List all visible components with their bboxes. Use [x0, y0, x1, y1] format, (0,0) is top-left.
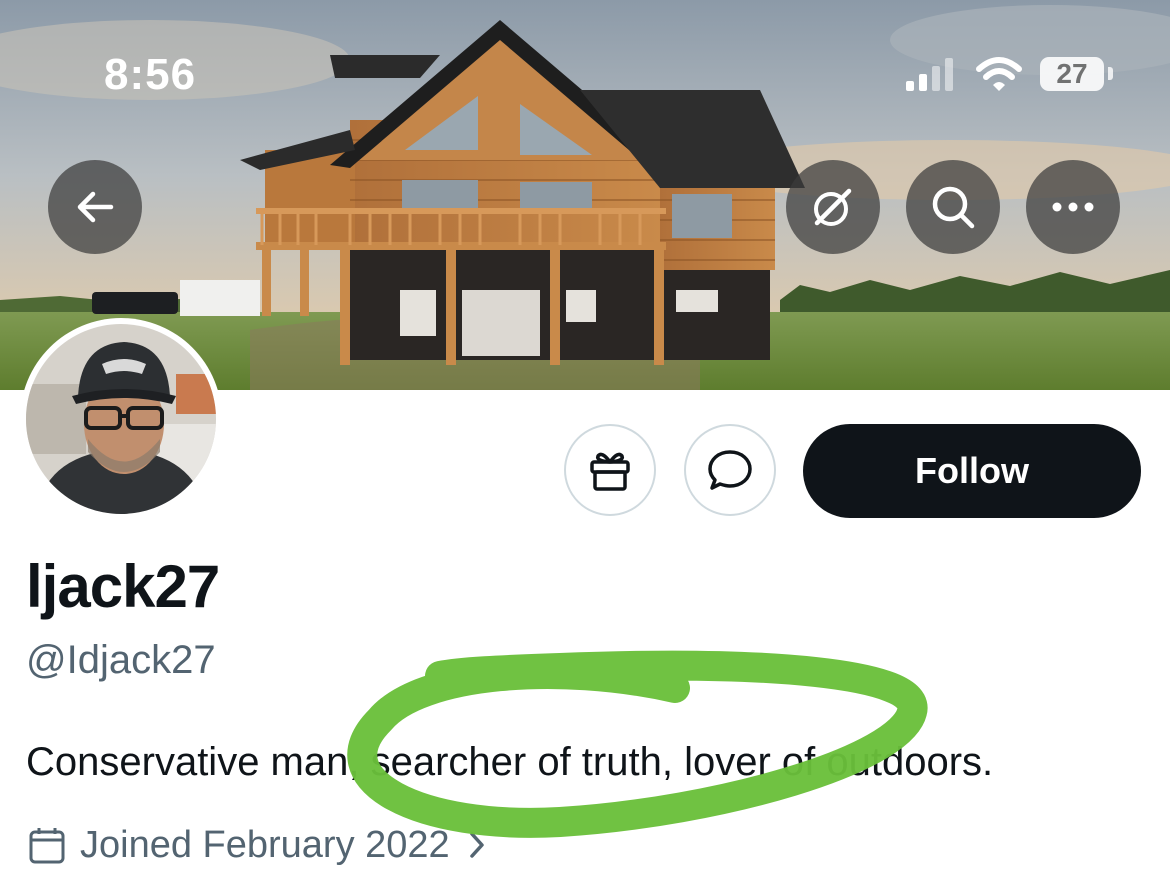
- status-time: 8:56: [104, 50, 197, 99]
- search-button[interactable]: [906, 160, 1000, 254]
- bio: Conservative man, searcher of truth, lov…: [26, 740, 994, 784]
- more-horizontal-icon: [1052, 202, 1094, 212]
- avatar-photo: [26, 324, 216, 514]
- battery-indicator: 27: [1040, 57, 1104, 91]
- grok-button[interactable]: [786, 160, 880, 254]
- calendar-icon: [28, 825, 66, 865]
- profile-screen: 8:56 27 Follow ljack27 @Idjack27 Conserv…: [0, 0, 1170, 878]
- gift-icon: [590, 452, 630, 491]
- display-name: ljack27: [26, 553, 220, 620]
- message-button[interactable]: [684, 424, 776, 516]
- back-button[interactable]: [48, 160, 142, 254]
- gift-button[interactable]: [564, 424, 656, 516]
- search-icon: [932, 186, 975, 229]
- joined-date-row[interactable]: Joined February 2022: [28, 822, 486, 868]
- joined-text: Joined February 2022: [80, 823, 450, 866]
- more-button[interactable]: [1026, 160, 1120, 254]
- chevron-right-icon: [468, 830, 486, 860]
- slash-circle-icon: [814, 188, 852, 226]
- arrow-left-icon: [77, 191, 114, 223]
- message-bubble-icon: [708, 450, 752, 490]
- wifi-icon: [976, 57, 1022, 91]
- battery-nub: [1108, 67, 1113, 80]
- signal-icon: [906, 58, 953, 91]
- avatar[interactable]: [20, 318, 222, 520]
- handle: @Idjack27: [26, 638, 216, 682]
- follow-button[interactable]: Follow: [803, 424, 1141, 518]
- status-indicators: 27: [900, 55, 1130, 95]
